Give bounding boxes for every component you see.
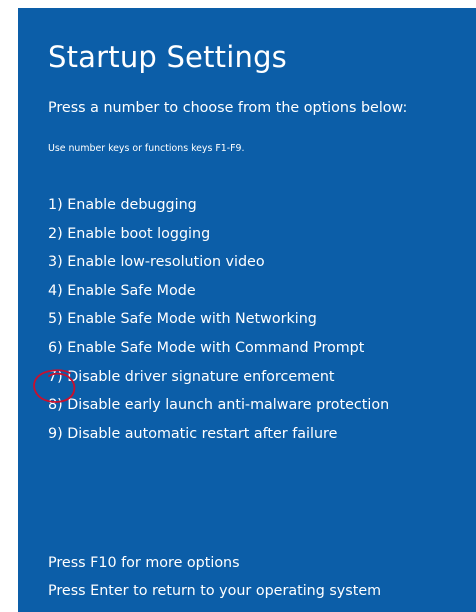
option-enable-safe-mode[interactable]: 4) Enable Safe Mode xyxy=(48,281,389,310)
option-enable-safe-mode-networking[interactable]: 5) Enable Safe Mode with Networking xyxy=(48,309,389,338)
option-enable-low-resolution-video[interactable]: 3) Enable low-resolution video xyxy=(48,252,389,281)
option-disable-early-launch-anti-malware[interactable]: 8) Disable early launch anti-malware pro… xyxy=(48,395,389,424)
return-text: Press Enter to return to your operating … xyxy=(48,583,382,599)
options-list: 1) Enable debugging 2) Enable boot loggi… xyxy=(48,195,389,452)
footer: Press F10 for more options Press Enter t… xyxy=(48,553,381,609)
page-title: Startup Settings xyxy=(48,40,287,74)
option-enable-debugging[interactable]: 1) Enable debugging xyxy=(48,195,389,224)
option-disable-driver-signature-enforcement[interactable]: 7) Disable driver signature enforcement xyxy=(48,367,389,396)
option-enable-safe-mode-command-prompt[interactable]: 6) Enable Safe Mode with Command Prompt xyxy=(48,338,389,367)
startup-settings-screen: Startup Settings Press a number to choos… xyxy=(18,8,476,612)
option-enable-boot-logging[interactable]: 2) Enable boot logging xyxy=(48,224,389,253)
hint-text: Use number keys or functions keys F1-F9. xyxy=(48,143,245,154)
instruction-text: Press a number to choose from the option… xyxy=(48,100,408,116)
option-disable-automatic-restart[interactable]: 9) Disable automatic restart after failu… xyxy=(48,424,389,453)
more-options-text: Press F10 for more options xyxy=(48,555,240,571)
red-circle-annotation-icon xyxy=(33,369,76,403)
